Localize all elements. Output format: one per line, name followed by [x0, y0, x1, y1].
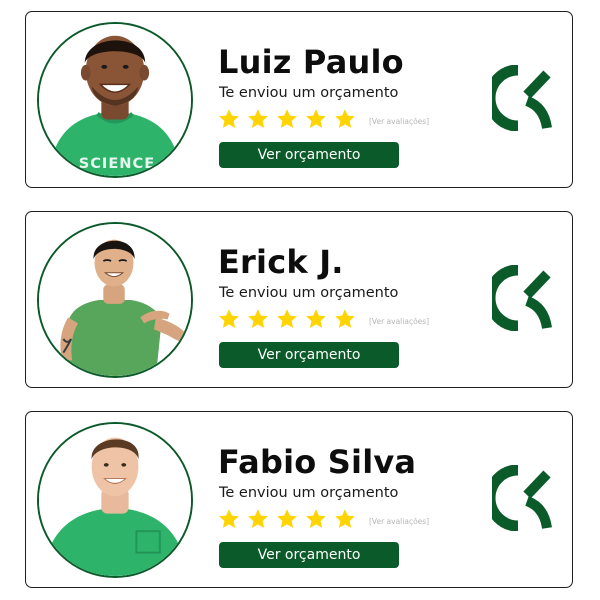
- avatar: [37, 422, 193, 578]
- brand-logo-icon: [492, 65, 552, 131]
- quote-card: SCIENCE Luiz Paulo Te enviou um orçament…: [25, 11, 573, 188]
- card-subtitle: Te enviou um orçamento: [219, 85, 399, 101]
- star-icon: [247, 308, 269, 330]
- card-subtitle: Te enviou um orçamento: [219, 285, 399, 301]
- star-icon: [334, 308, 356, 330]
- star-icon: [247, 508, 269, 530]
- quote-card: Fabio Silva Te enviou um orçamento [Ver …: [25, 411, 573, 588]
- star-icon: [276, 308, 298, 330]
- star-icon: [276, 108, 298, 130]
- star-rating: [218, 108, 356, 134]
- card-subtitle: Te enviou um orçamento: [219, 485, 399, 501]
- star-icon: [334, 108, 356, 130]
- view-quote-button[interactable]: Ver orçamento: [219, 142, 399, 168]
- brand-logo-icon: [492, 465, 552, 531]
- view-quote-button[interactable]: Ver orçamento: [219, 542, 399, 568]
- star-icon: [218, 108, 240, 130]
- star-icon: [334, 508, 356, 530]
- person-name: Fabio Silva: [218, 443, 417, 481]
- star-icon: [276, 508, 298, 530]
- star-icon: [218, 308, 240, 330]
- avatar: [37, 222, 193, 378]
- star-rating: [218, 508, 356, 534]
- view-quote-button[interactable]: Ver orçamento: [219, 342, 399, 368]
- star-icon: [305, 308, 327, 330]
- view-reviews-link[interactable]: [Ver avaliações]: [369, 317, 429, 326]
- view-reviews-link[interactable]: [Ver avaliações]: [369, 117, 429, 126]
- star-icon: [247, 108, 269, 130]
- avatar-photo-luiz: SCIENCE: [39, 24, 191, 176]
- person-name: Luiz Paulo: [218, 43, 404, 81]
- brand-logo-icon: [492, 265, 552, 331]
- star-icon: [218, 508, 240, 530]
- star-rating: [218, 308, 356, 334]
- avatar-photo-erick: [39, 224, 191, 376]
- view-reviews-link[interactable]: [Ver avaliações]: [369, 517, 429, 526]
- star-icon: [305, 508, 327, 530]
- person-name: Erick J.: [218, 243, 344, 281]
- avatar-photo-fabio: [39, 424, 191, 576]
- quote-card: Erick J. Te enviou um orçamento [Ver ava…: [25, 211, 573, 388]
- star-icon: [305, 108, 327, 130]
- shirt-text: SCIENCE: [79, 155, 155, 172]
- avatar: SCIENCE: [37, 22, 193, 178]
